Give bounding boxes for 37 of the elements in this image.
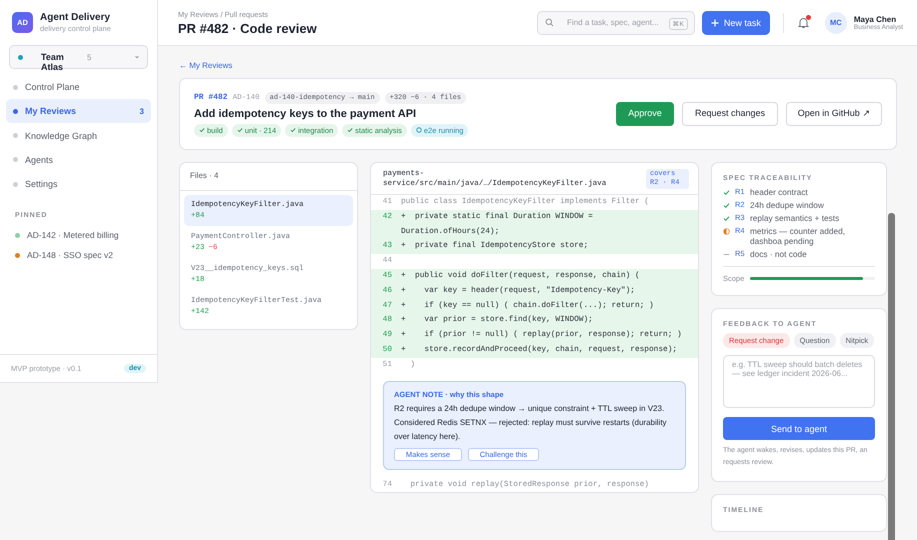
page-title: PR #482 · Code review	[178, 20, 318, 36]
back-link[interactable]: ← My Reviews	[179, 61, 232, 70]
pr-number[interactable]: PR #482	[194, 93, 228, 102]
nav-item[interactable]: Agents	[6, 148, 151, 172]
app-name: Agent Delivery	[40, 12, 111, 23]
caret-icon	[135, 55, 139, 59]
search-icon	[544, 18, 554, 27]
note-text: R2 requires a 24h dedupe window → unique constraint + TTL sweep in V23. Considered Redis SETNX — rejected: replay must survive restarts (durability over latency here).	[394, 402, 668, 443]
nav-item[interactable]: Settings	[6, 172, 151, 196]
send-button[interactable]: Send to agent	[723, 417, 875, 440]
check-icon	[290, 127, 296, 133]
team-switcher[interactable]: Team Atlas 5	[9, 45, 148, 69]
nav-item[interactable]: Control Plane	[6, 75, 151, 99]
requirement-text: metrics — counter added, dashboa pending	[750, 226, 846, 246]
pinned-item[interactable]: AD-142 · Metered billing	[27, 230, 119, 240]
scrollbar[interactable]	[888, 213, 895, 540]
requirement-text: docs · not code	[750, 249, 807, 259]
nav-item[interactable]: My Reviews 3	[6, 99, 151, 124]
check-icon	[236, 127, 243, 133]
nav-item[interactable]: Knowledge Graph	[6, 124, 151, 148]
pinned-item[interactable]: AD-148 · SSO spec v2	[27, 250, 113, 260]
user-name: Maya Chen	[854, 14, 898, 24]
pr-title: Add idempotency keys to the payment API	[194, 108, 418, 120]
notifications-button[interactable]	[796, 16, 810, 29]
files-title: Files · 4	[180, 163, 357, 191]
action-button[interactable]: Open in GitHub ↗	[786, 102, 882, 126]
requirement-text: header contract	[750, 187, 808, 197]
running-icon	[416, 127, 422, 133]
new-task-button[interactable]: New task	[702, 10, 770, 34]
plus-icon	[710, 18, 719, 26]
feedback-field[interactable]: e.g. TTL sweep should batch deletes — see ledger incident 2026-06...	[723, 355, 875, 408]
requirement-text: 24h dedupe window	[750, 200, 824, 210]
check-icon	[347, 127, 354, 133]
check-icon	[199, 127, 205, 133]
requirement-text: replay semantics + tests	[750, 213, 840, 223]
approve-button[interactable]: Approve	[616, 102, 674, 126]
action-button[interactable]: Request changes	[682, 102, 778, 126]
